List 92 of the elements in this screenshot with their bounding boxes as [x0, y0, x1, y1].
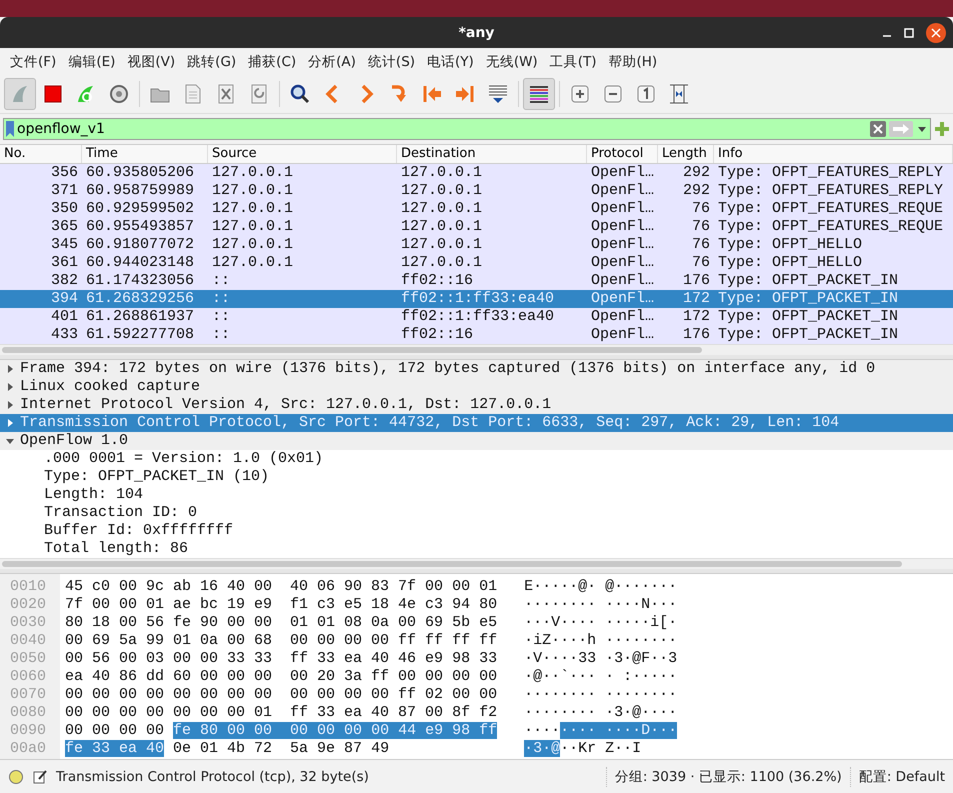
collapsed-arrow-icon[interactable]	[6, 383, 14, 391]
filter-field[interactable]: openflow_v1	[17, 121, 867, 137]
profile-label[interactable]: 配置: Default	[858, 768, 945, 786]
hex-bytes: 7f 00 00 01 ae bc 19 e9 f1 c3 e5 18 4e c3 94 80	[65, 596, 498, 614]
note-icon[interactable]	[32, 768, 48, 784]
circle-icon[interactable]	[8, 768, 24, 784]
tree-row[interactable]: Internet Protocol Version 4, Src: 127.0.0.1, Dst: 127.0.0.1	[0, 396, 953, 414]
byte-offset: 0060	[9, 668, 48, 686]
column-header[interactable]: Info	[714, 145, 953, 163]
byte-offset: 00a0	[9, 740, 48, 758]
expanded-arrow-icon[interactable]	[6, 437, 14, 445]
byte-offset: 0020	[9, 596, 48, 614]
hex-bytes: fe 33 ea 40 0e 01 4b 72 5a 9e 87 49	[65, 740, 390, 758]
menu-item[interactable]: 跳转(G)	[181, 52, 242, 70]
byte-offset: 0070	[9, 686, 48, 704]
hex-bytes: 45 c0 00 9c ab 16 40 00 40 06 90 83 7f 00 00 01	[65, 578, 498, 596]
packet-row[interactable]: 371 60.958759989 127.0.0.1 127.0.0.1 OpenFl… 292 Type: OFPT_FEATURES_REPLY	[0, 182, 953, 200]
column-header[interactable]: Protocol	[587, 145, 658, 163]
ascii-bytes: ·iZ····h ········	[524, 632, 678, 650]
stop-icon	[42, 83, 64, 105]
ascii-bytes: ·3·@··Kr Z··I	[524, 740, 642, 758]
packet-row[interactable]: 361 60.944023148 127.0.0.1 127.0.0.1 OpenFl… 76 Type: OFPT_HELLO	[0, 254, 953, 272]
menu-item[interactable]: 无线(W)	[480, 52, 544, 70]
column-header[interactable]: Destination	[397, 145, 587, 163]
ascii-bytes: ········ ····N···	[524, 596, 678, 614]
status-text: Transmission Control Protocol (tcp), 32 byte(s)	[56, 768, 369, 784]
zoom-in-icon	[569, 83, 591, 105]
ascii-bytes: ········ ·3·@····	[524, 704, 678, 722]
ascii-bytes: E·····@· @·······	[524, 578, 678, 596]
resize-columns-icon	[668, 83, 690, 105]
packet-row[interactable]: 401 61.268861937 :: ff02::1:ff33:ea40 OpenFl… 172 Type: OFPT_PACKET_IN	[0, 308, 953, 326]
menu-item[interactable]: 捕获(C)	[242, 52, 302, 70]
menu-item[interactable]: 电话(Y)	[421, 52, 480, 70]
settings-icon	[108, 83, 130, 105]
collapsed-arrow-icon[interactable]	[6, 401, 14, 409]
packet-row[interactable]: 356 60.935805206 127.0.0.1 127.0.0.1 OpenFl… 292 Type: OFPT_FEATURES_REPLY	[0, 164, 953, 182]
toolbar-button[interactable]	[523, 78, 555, 110]
bookmark-icon[interactable]	[6, 121, 14, 137]
column-header[interactable]: No.	[0, 145, 82, 163]
tree-row[interactable]: Linux cooked capture	[0, 378, 953, 396]
byte-offset: 0040	[9, 632, 48, 650]
menu-item[interactable]: 统计(S)	[362, 52, 422, 70]
byte-offset: 0030	[9, 614, 48, 632]
collapsed-arrow-icon[interactable]	[6, 419, 14, 427]
search-icon	[289, 83, 311, 105]
autoscroll-icon	[487, 83, 509, 105]
menu-item[interactable]: 分析(A)	[302, 52, 362, 70]
maximize-icon[interactable]	[903, 27, 915, 39]
menu-item[interactable]: 编辑(E)	[62, 52, 122, 70]
last-arrow-icon	[454, 83, 476, 105]
ascii-bytes: ········ ········	[524, 686, 678, 704]
hex-bytes: 00 00 00 00 fe 80 00 00 00 00 00 00 44 e9 98 ff	[65, 722, 498, 740]
zoom-out-icon	[602, 83, 624, 105]
ascii-bytes: ···V···· ·····i[·	[524, 614, 678, 632]
menu-item[interactable]: 帮助(H)	[602, 52, 664, 70]
packet-row[interactable]: 350 60.929599502 127.0.0.1 127.0.0.1 OpenFl… 76 Type: OFPT_FEATURES_REQUE	[0, 200, 953, 218]
byte-offset: 0090	[9, 722, 48, 740]
tree-row[interactable]: Frame 394: 172 bytes on wire (1376 bits), 172 bytes captured (1376 bits) on interface any, id 0	[0, 360, 953, 378]
clear-icon	[870, 121, 886, 137]
plus-icon[interactable]	[934, 121, 950, 137]
packet-row[interactable]: 365 60.955493857 127.0.0.1 127.0.0.1 OpenFl… 76 Type: OFPT_FEATURES_REQUE	[0, 218, 953, 236]
scrollbar[interactable]	[0, 344, 953, 355]
menu-item[interactable]: 工具(T)	[544, 52, 602, 70]
byte-offset: 0010	[9, 578, 48, 596]
packet-row[interactable]: 345 60.918077072 127.0.0.1 127.0.0.1 OpenFl… 76 Type: OFPT_HELLO	[0, 236, 953, 254]
hex-bytes: 00 69 5a 99 01 0a 00 68 00 00 00 00 ff ff ff ff	[65, 632, 498, 650]
hex-bytes: 00 00 00 00 00 00 00 01 ff 33 ea 40 87 00 8f f2	[65, 704, 498, 722]
ascii-bytes: ·@··`··· · :·····	[524, 668, 678, 686]
hex-bytes: 80 18 00 56 fe 90 00 00 01 01 08 0a 00 69 5b e5	[65, 614, 498, 632]
filter-bar[interactable]: openflow_v1	[3, 118, 931, 140]
column-header[interactable]: Length	[658, 145, 714, 163]
packet-row[interactable]: 433 61.592277708 :: ff02::16 OpenFl… 176 Type: OFPT_PACKET_IN	[0, 326, 953, 344]
hex-bytes: 00 00 00 00 00 00 00 00 00 00 00 00 ff 02 00 00	[65, 686, 498, 704]
byte-offset: 0080	[9, 704, 48, 722]
byte-offset: 0050	[9, 650, 48, 668]
column-header[interactable]: Time	[82, 145, 208, 163]
ascii-bytes: ·V····33 ·3·@F··3	[524, 650, 678, 668]
clear-button[interactable]	[870, 121, 886, 137]
packet-count: 分组: 3039 · 已显示: 1100 (36.2%)	[614, 768, 842, 786]
close-icon[interactable]	[925, 22, 947, 44]
window-title: *any	[458, 24, 494, 40]
menu-item[interactable]: 视图(V)	[121, 52, 182, 70]
collapsed-arrow-icon[interactable]	[6, 365, 14, 373]
hex-bytes: 00 56 00 03 00 00 33 33 ff 33 ea 40 46 e9 98 33	[65, 650, 498, 668]
column-header[interactable]: Source	[208, 145, 397, 163]
normal-size-icon	[635, 83, 657, 105]
menu-item[interactable]: 文件(F)	[4, 52, 62, 70]
scrollbar[interactable]	[0, 558, 953, 569]
packet-row[interactable]: 382 61.174323056 :: ff02::16 OpenFl… 176 Type: OFPT_PACKET_IN	[0, 272, 953, 290]
first-arrow-icon	[421, 83, 443, 105]
hex-bytes: ea 40 86 dd 60 00 00 00 00 20 3a ff 00 00 00 00	[65, 668, 498, 686]
tree-row[interactable]: OpenFlow 1.0	[0, 432, 953, 450]
